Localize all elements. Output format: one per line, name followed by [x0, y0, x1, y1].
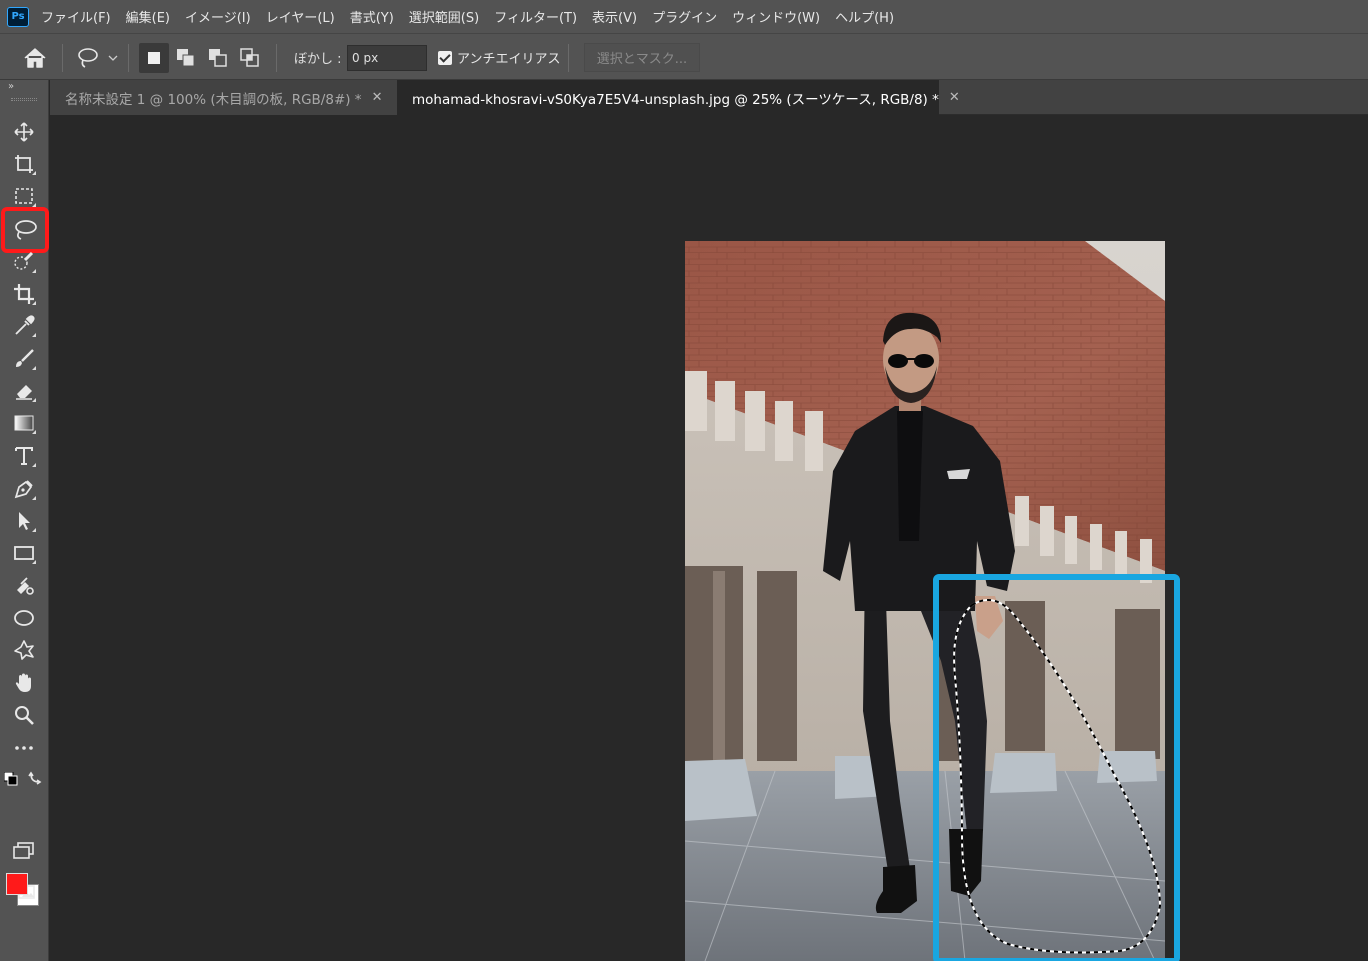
menu-view[interactable]: 表示(V) [592, 7, 637, 26]
menu-layer[interactable]: レイヤー(L) [266, 7, 335, 26]
screen-mode-icon[interactable] [6, 836, 42, 866]
intersect-selection-mode-button[interactable] [235, 43, 265, 73]
feather-label: ぼかし : [294, 52, 342, 67]
more-tools-icon[interactable] [6, 733, 42, 763]
foreground-color-swatch[interactable] [6, 873, 28, 895]
type-icon[interactable] [6, 441, 42, 471]
move-icon[interactable] [6, 117, 42, 147]
pen-icon[interactable] [6, 474, 42, 504]
selection-highlight-box [933, 574, 1180, 961]
close-icon[interactable]: ✕ [949, 90, 960, 105]
ellipse-icon[interactable] [6, 603, 42, 633]
quick-selection-icon[interactable] [6, 247, 42, 277]
artboard-icon[interactable] [6, 149, 42, 179]
menu-image[interactable]: イメージ(I) [185, 7, 251, 26]
swap-colors-icon[interactable] [28, 769, 44, 789]
select-and-mask-button[interactable]: 選択とマスク... [584, 43, 700, 72]
tab-document-2[interactable]: mohamad-khosravi-vS0Kya7E5V4-unsplash.jp… [397, 80, 960, 115]
collapse-panel-icon[interactable]: » [8, 81, 14, 92]
tab-document-1[interactable]: 名称未設定 1 @ 100% (木目調の板, RGB/8#) * ✕ [50, 80, 397, 115]
menu-window[interactable]: ウィンドウ(W) [732, 7, 820, 26]
subtract-selection-mode-button[interactable] [203, 43, 233, 73]
menu-select[interactable]: 選択範囲(S) [409, 7, 479, 26]
antialias-checkbox[interactable] [438, 51, 452, 65]
options-bar: ぼかし : 0 px アンチエイリアス 選択とマスク... [0, 33, 1368, 80]
menu-type[interactable]: 書式(Y) [350, 7, 394, 26]
feather-input[interactable]: 0 px [347, 45, 427, 71]
brush-icon[interactable] [6, 344, 42, 374]
tab-label: 名称未設定 1 @ 100% (木目調の板, RGB/8#) * [65, 91, 362, 108]
menu-filter[interactable]: フィルター(T) [494, 7, 577, 26]
zoom-icon[interactable] [6, 700, 42, 730]
close-icon[interactable]: ✕ [372, 90, 383, 105]
home-icon[interactable] [22, 46, 48, 74]
menu-help[interactable]: ヘルプ(H) [835, 7, 894, 26]
document-tabs: 名称未設定 1 @ 100% (木目調の板, RGB/8#) * ✕ moham… [50, 80, 1368, 115]
menu-bar: Ps ファイル(F) 編集(E) イメージ(I) レイヤー(L) 書式(Y) 選… [0, 0, 1368, 33]
gradient-icon[interactable] [6, 408, 42, 438]
rectangle-icon[interactable] [6, 538, 42, 568]
antialias-label: アンチエイリアス [457, 52, 561, 67]
new-selection-mode-button[interactable] [139, 43, 169, 73]
canvas-area[interactable] [50, 116, 1368, 961]
lasso-icon [15, 220, 37, 240]
eyedropper-icon[interactable] [6, 311, 42, 341]
eraser-icon[interactable] [6, 376, 42, 406]
default-colors-icon[interactable] [3, 771, 18, 790]
menu-plugins[interactable]: プラグイン [652, 7, 717, 26]
menu-edit[interactable]: 編集(E) [126, 7, 170, 26]
path-selection-icon[interactable] [6, 506, 42, 536]
custom-shape-icon[interactable] [6, 635, 42, 665]
tab-label: mohamad-khosravi-vS0Kya7E5V4-unsplash.jp… [412, 91, 939, 108]
crop-icon[interactable] [6, 279, 42, 309]
paint-bucket-icon[interactable] [6, 571, 42, 601]
photoshop-logo[interactable]: Ps [7, 6, 29, 27]
lasso-preset-picker[interactable] [76, 47, 120, 73]
hand-icon[interactable] [6, 668, 42, 698]
panel-grip[interactable] [11, 98, 37, 101]
menu-file[interactable]: ファイル(F) [41, 7, 111, 26]
add-selection-mode-button[interactable] [171, 43, 201, 73]
tools-panel: » [0, 80, 49, 961]
